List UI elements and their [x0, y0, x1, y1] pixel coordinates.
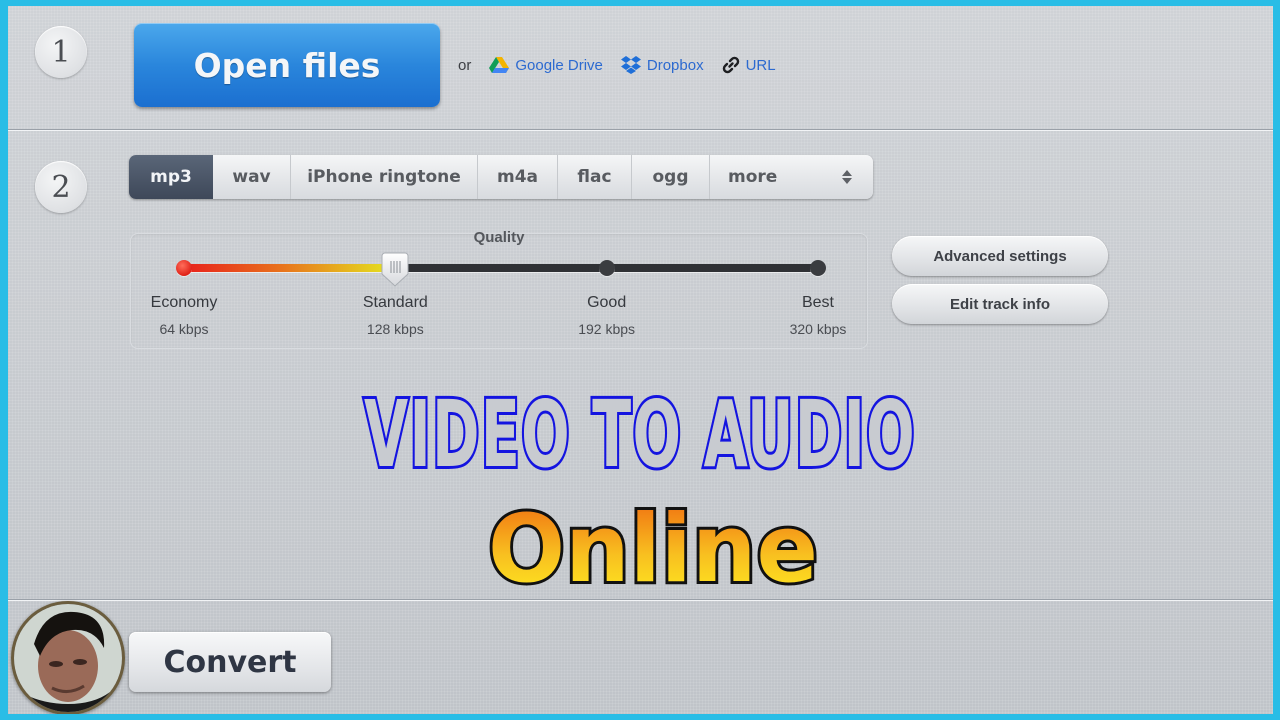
- format-tab-mp3[interactable]: mp3: [129, 155, 213, 199]
- online-title: Online: [485, 492, 821, 607]
- format-tab-flac[interactable]: flac: [558, 155, 632, 199]
- quality-label-economy: Economy: [150, 294, 218, 311]
- person-photo-icon: [14, 604, 122, 712]
- edit-track-info-button[interactable]: Edit track info: [892, 284, 1108, 324]
- quality-bitrate-economy: 64 kbps: [159, 321, 209, 337]
- google-drive-label: Google Drive: [515, 56, 603, 74]
- overlay-subheadline: Online: [8, 492, 1273, 607]
- quality-slider-thumb[interactable]: [381, 252, 409, 288]
- format-selector: mp3 wav iPhone ringtone m4a flac ogg mor…: [129, 155, 873, 199]
- url-label: URL: [745, 56, 776, 74]
- headline-text: VIDEO TO AUDIO: [364, 386, 916, 481]
- quality-bitrate-standard: 128 kbps: [366, 321, 424, 337]
- alternate-sources: or Google Drive Dropbox URL: [458, 56, 794, 74]
- step-choose-format: 2 mp3 wav iPhone ringtone m4a flac ogg m…: [8, 131, 1273, 607]
- quality-title: Quality: [473, 229, 525, 246]
- quality-stop-good[interactable]: [598, 260, 615, 276]
- dropbox-label: Dropbox: [646, 56, 704, 74]
- quality-track-fill: [184, 264, 396, 272]
- dropbox-icon: [620, 56, 641, 74]
- step-number-2: 2: [35, 161, 87, 213]
- presenter-avatar: [11, 601, 125, 714]
- quality-label-best: Best: [801, 294, 834, 311]
- quality-track[interactable]: [184, 264, 818, 272]
- quality-stop-best[interactable]: [810, 260, 826, 276]
- overlay-headline: VIDEO TO AUDIO: [8, 378, 1273, 491]
- advanced-settings-button[interactable]: Advanced settings: [892, 236, 1108, 276]
- video-to-audio-title: VIDEO TO AUDIO: [361, 378, 917, 491]
- convert-button[interactable]: Convert: [129, 632, 331, 692]
- quality-bitrate-best: 320 kbps: [789, 321, 847, 337]
- more-formats-dropdown[interactable]: more: [710, 155, 873, 199]
- google-drive-link[interactable]: Google Drive: [489, 56, 603, 74]
- link-icon: [722, 56, 739, 74]
- dropbox-link[interactable]: Dropbox: [620, 56, 704, 74]
- format-tab-iphone-ringtone[interactable]: iPhone ringtone: [291, 155, 478, 199]
- or-label: or: [458, 56, 472, 74]
- subheadline-text: Online: [488, 496, 818, 596]
- quality-slider-panel: Quality Economy 64 kbps Standard 128 kbp…: [130, 229, 868, 349]
- quality-bitrate-good: 192 kbps: [578, 321, 636, 337]
- sort-arrows-icon: [842, 170, 852, 184]
- format-tab-wav[interactable]: wav: [213, 155, 291, 199]
- url-link[interactable]: URL: [722, 56, 776, 74]
- more-label: more: [728, 167, 778, 187]
- converter-frame: 1 Open files or Google Drive Dropbox URL…: [8, 6, 1273, 714]
- quality-label-good: Good: [587, 294, 627, 311]
- quality-label-standard: Standard: [362, 294, 428, 311]
- format-tab-m4a[interactable]: m4a: [478, 155, 558, 199]
- slider-grip-icon: [381, 252, 409, 287]
- step-open-files: 1 Open files or Google Drive Dropbox URL: [8, 6, 1273, 130]
- step-convert: Convert: [8, 601, 1273, 714]
- quality-stop-economy[interactable]: [176, 260, 192, 276]
- open-files-button[interactable]: Open files: [134, 23, 440, 107]
- step-number-1: 1: [35, 26, 87, 78]
- format-tab-ogg[interactable]: ogg: [632, 155, 710, 199]
- google-drive-icon: [489, 56, 510, 73]
